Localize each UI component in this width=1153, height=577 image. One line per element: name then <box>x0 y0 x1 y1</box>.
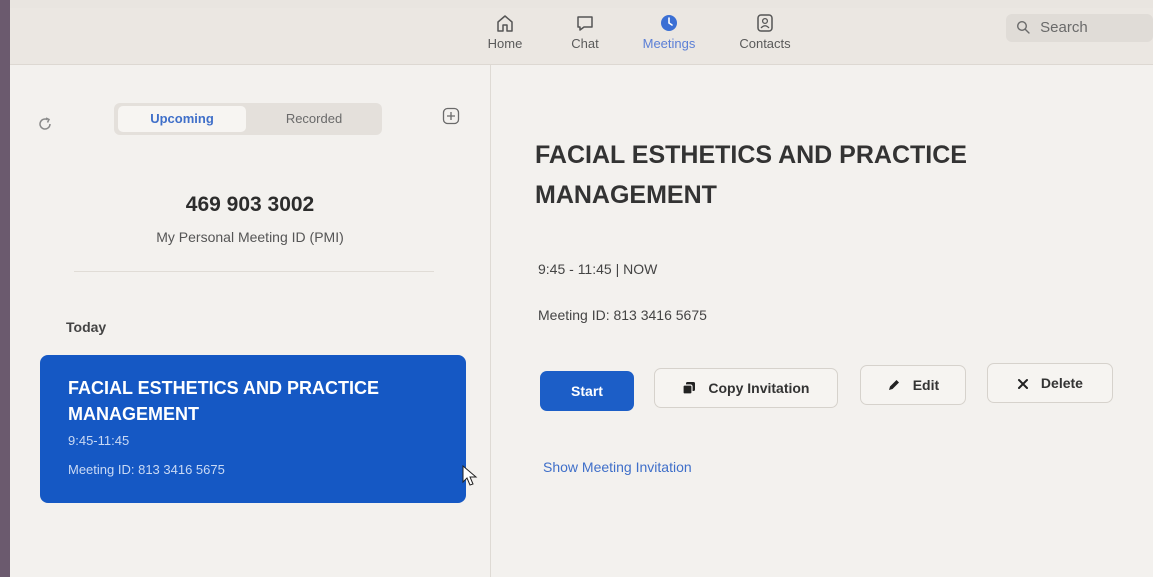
meeting-detail-id: Meeting ID: 813 3416 5675 <box>538 307 707 323</box>
tab-upcoming[interactable]: Upcoming <box>118 106 246 132</box>
tab-recorded[interactable]: Recorded <box>250 106 378 132</box>
top-nav-bar: Home Chat Meetings Contacts Search <box>10 8 1153 65</box>
copy-invitation-label: Copy Invitation <box>708 380 810 396</box>
contacts-icon <box>757 14 773 32</box>
nav-home[interactable]: Home <box>470 12 540 51</box>
start-button-label: Start <box>571 383 603 399</box>
search-box[interactable]: Search <box>1006 14 1153 42</box>
meeting-detail-panel: FACIAL ESTHETICS AND PRACTICE MANAGEMENT… <box>491 65 1153 577</box>
nav-meetings[interactable]: Meetings <box>634 12 704 51</box>
meeting-detail-title: FACIAL ESTHETICS AND PRACTICE MANAGEMENT <box>535 141 967 209</box>
start-button[interactable]: Start <box>540 371 634 411</box>
nav-contacts-label: Contacts <box>739 36 791 51</box>
divider <box>74 271 434 272</box>
clock-icon <box>661 15 677 31</box>
meeting-item-id: Meeting ID: 813 3416 5675 <box>68 462 225 477</box>
search-icon <box>1016 20 1030 34</box>
nav-chat[interactable]: Chat <box>550 12 620 51</box>
pmi-number: 469 903 3002 <box>185 193 315 216</box>
nav-home-label: Home <box>487 36 523 51</box>
screen-bezel <box>0 0 10 577</box>
edit-button-label: Edit <box>912 377 940 393</box>
nav-meetings-label: Meetings <box>642 36 696 51</box>
meeting-item-title: FACIAL ESTHETICS AND PRACTICE MANAGEMENT <box>68 378 380 424</box>
home-icon <box>497 15 513 32</box>
edit-button[interactable]: Edit <box>860 365 966 405</box>
mouse-cursor-icon <box>462 465 478 486</box>
refresh-icon[interactable] <box>36 115 54 133</box>
meeting-detail-time: 9:45 - 11:45 | NOW <box>538 261 658 277</box>
meeting-list-item[interactable]: FACIAL ESTHETICS AND PRACTICE MANAGEMENT… <box>40 355 466 503</box>
section-today: Today <box>66 319 107 335</box>
pmi-label: My Personal Meeting ID (PMI) <box>156 229 344 245</box>
nav-contacts[interactable]: Contacts <box>730 12 800 51</box>
meeting-item-time: 9:45-11:45 <box>68 433 130 448</box>
add-meeting-icon[interactable] <box>442 107 460 125</box>
meetings-list-panel: Upcoming Recorded 469 903 3002 My Person… <box>10 65 491 577</box>
show-meeting-invitation-link[interactable]: Show Meeting Invitation <box>543 459 692 475</box>
nav-chat-label: Chat <box>571 36 599 51</box>
copy-invitation-button[interactable]: Copy Invitation <box>654 368 838 408</box>
delete-button-label: Delete <box>1040 375 1083 391</box>
search-label: Search <box>1040 19 1088 36</box>
delete-button[interactable]: Delete <box>987 363 1113 403</box>
meeting-tabs: Upcoming Recorded <box>114 103 382 135</box>
copy-icon <box>682 382 696 395</box>
chat-icon <box>577 16 593 31</box>
zoom-window: Home Chat Meetings Contacts Search Upcom… <box>10 8 1153 577</box>
pencil-icon <box>888 380 899 390</box>
close-icon <box>1018 379 1029 389</box>
